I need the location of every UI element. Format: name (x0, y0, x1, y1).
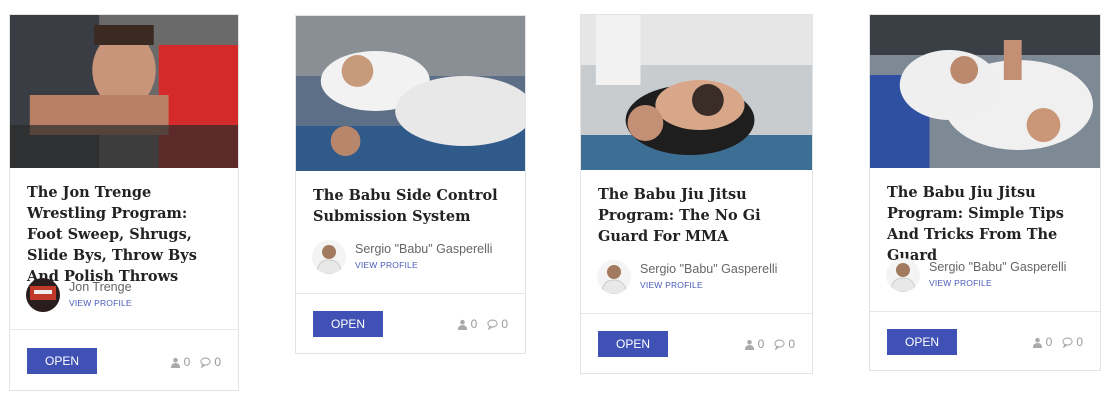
card-stats: 0 0 (457, 317, 508, 331)
student-count-value: 0 (183, 355, 191, 369)
author-block: Sergio "Babu" Gasperelli VIEW PROFILE (597, 260, 802, 296)
course-thumbnail[interactable] (296, 16, 525, 171)
course-thumbnail[interactable] (870, 15, 1100, 168)
view-profile-link[interactable]: VIEW PROFILE (355, 260, 418, 270)
course-title[interactable]: The Jon Trenge Wrestling Program: Foot S… (27, 182, 226, 287)
card-stats: 0 0 (170, 355, 221, 369)
author-name: Sergio "Babu" Gasperelli (640, 262, 778, 276)
author-avatar[interactable] (886, 258, 920, 292)
course-card: The Babu Side Control Submission System … (295, 15, 526, 354)
card-stats: 0 0 (1032, 335, 1083, 349)
comment-count-value: 0 (214, 355, 221, 369)
course-card: The Jon Trenge Wrestling Program: Foot S… (9, 14, 239, 391)
card-divider (581, 313, 812, 314)
author-block: Sergio "Babu" Gasperelli VIEW PROFILE (886, 258, 1091, 294)
course-title[interactable]: The Babu Jiu Jitsu Program: Simple Tips … (887, 182, 1088, 266)
author-avatar[interactable] (312, 240, 346, 274)
view-profile-link[interactable]: VIEW PROFILE (640, 280, 703, 290)
course-title[interactable]: The Babu Jiu Jitsu Program: The No Gi Gu… (598, 184, 800, 247)
course-thumbnail[interactable] (581, 15, 812, 170)
student-count: 0 (744, 337, 765, 351)
student-count-value: 0 (1045, 335, 1053, 349)
user-icon (170, 357, 180, 368)
view-profile-link[interactable]: VIEW PROFILE (69, 298, 132, 308)
course-card: The Babu Jiu Jitsu Program: The No Gi Gu… (580, 14, 813, 374)
comment-count-value: 0 (501, 317, 508, 331)
course-title[interactable]: The Babu Side Control Submission System (313, 185, 513, 227)
open-button[interactable]: OPEN (598, 331, 668, 357)
user-icon (1032, 337, 1042, 348)
course-card: The Babu Jiu Jitsu Program: Simple Tips … (869, 14, 1101, 371)
comment-count-value: 0 (788, 337, 795, 351)
author-block: Jon Trenge VIEW PROFILE (26, 278, 226, 314)
open-button[interactable]: OPEN (313, 311, 383, 337)
student-count: 0 (1032, 335, 1053, 349)
card-stats: 0 0 (744, 337, 795, 351)
author-avatar[interactable] (597, 260, 631, 294)
card-divider (10, 329, 238, 330)
author-name: Sergio "Babu" Gasperelli (355, 242, 493, 256)
user-icon (457, 319, 467, 330)
author-name: Sergio "Babu" Gasperelli (929, 260, 1067, 274)
card-divider (870, 311, 1100, 312)
student-count: 0 (457, 317, 478, 331)
comment-count: 0 (487, 317, 508, 331)
author-avatar[interactable] (26, 278, 60, 312)
card-divider (296, 293, 525, 294)
comment-count: 0 (774, 337, 795, 351)
comment-count: 0 (1062, 335, 1083, 349)
comment-icon (1062, 337, 1073, 348)
student-count-value: 0 (757, 337, 765, 351)
student-count-value: 0 (470, 317, 478, 331)
comment-icon (774, 339, 785, 350)
student-count: 0 (170, 355, 191, 369)
comment-count-value: 0 (1076, 335, 1083, 349)
comment-icon (487, 319, 498, 330)
course-thumbnail[interactable] (10, 15, 238, 168)
open-button[interactable]: OPEN (887, 329, 957, 355)
comment-count: 0 (200, 355, 221, 369)
view-profile-link[interactable]: VIEW PROFILE (929, 278, 992, 288)
comment-icon (200, 357, 211, 368)
author-name: Jon Trenge (69, 280, 132, 294)
user-icon (744, 339, 754, 350)
open-button[interactable]: OPEN (27, 348, 97, 374)
author-block: Sergio "Babu" Gasperelli VIEW PROFILE (312, 240, 512, 276)
